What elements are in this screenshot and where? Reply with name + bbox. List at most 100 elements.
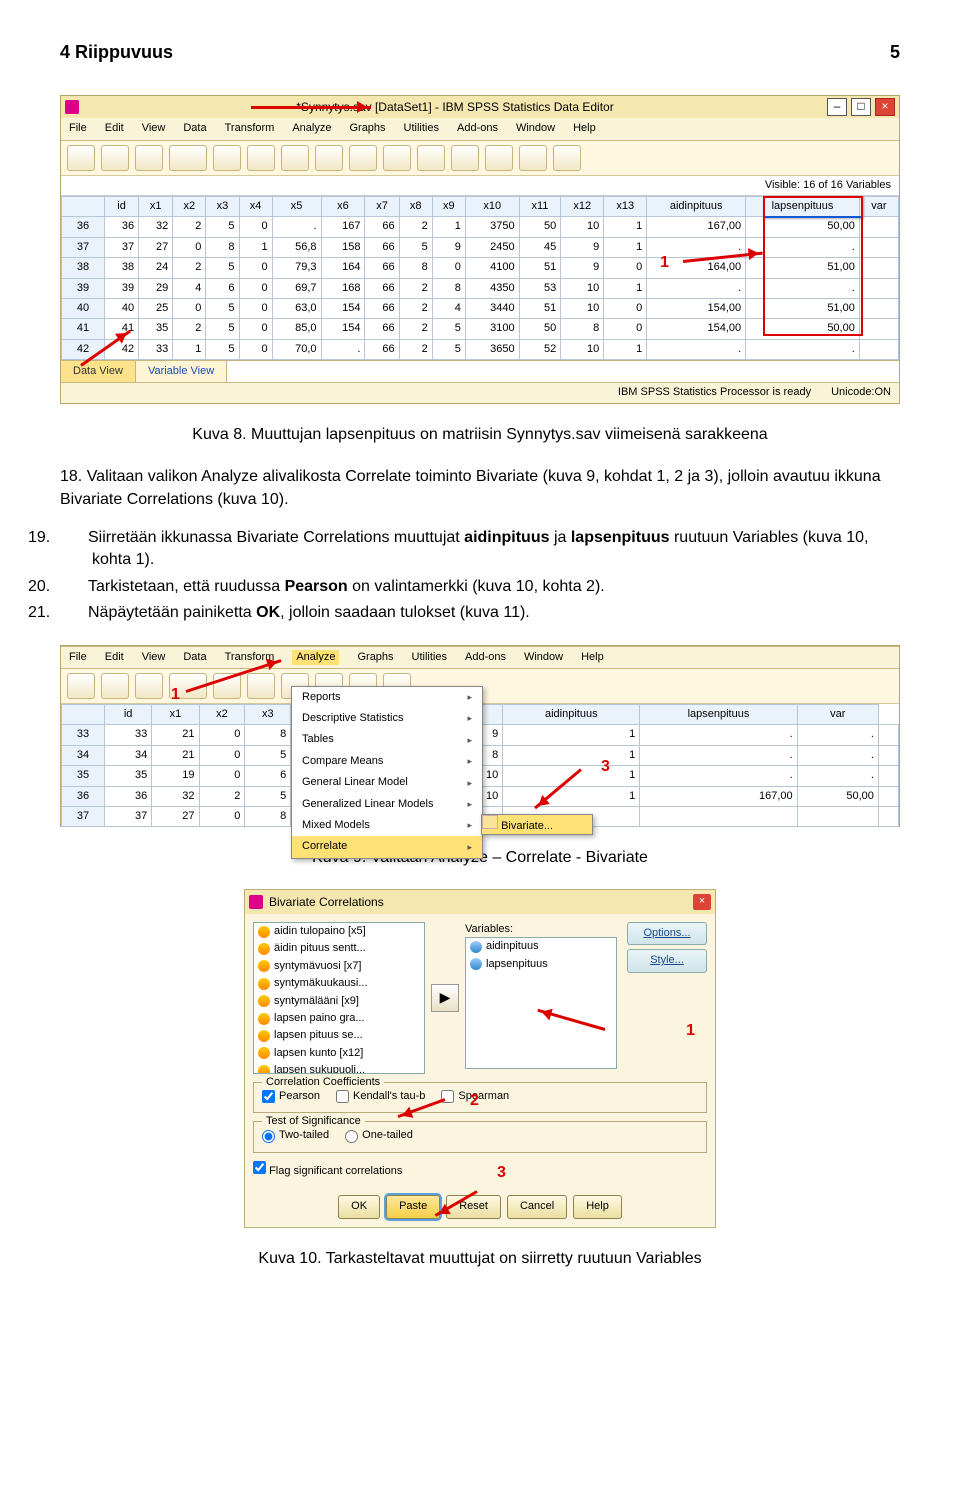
- menu-utilities[interactable]: Utilities: [404, 121, 439, 136]
- menu-item[interactable]: Descriptive Statistics▸: [292, 708, 482, 729]
- toolbar-button[interactable]: [553, 145, 581, 171]
- style-button[interactable]: Style...: [627, 949, 707, 972]
- source-variable-list[interactable]: aidin tulopaino [x5]äidin pituus sentt..…: [253, 922, 425, 1074]
- menu-bar[interactable]: File Edit View Data Transform Analyze Gr…: [61, 118, 899, 140]
- cancel-button[interactable]: Cancel: [507, 1195, 567, 1218]
- status-processor: IBM SPSS Statistics Processor is ready: [618, 385, 811, 400]
- dialog-icon: [249, 895, 263, 909]
- menu-item[interactable]: Mixed Models▸: [292, 815, 482, 836]
- toolbar: [61, 141, 899, 176]
- annotation-1: 1: [686, 1020, 695, 1042]
- maximize-button[interactable]: □: [851, 98, 871, 116]
- move-right-button[interactable]: ▶: [431, 984, 459, 1012]
- ok-button[interactable]: OK: [338, 1195, 380, 1218]
- toolbar-button[interactable]: [417, 145, 445, 171]
- menu-graphs[interactable]: Graphs: [349, 121, 385, 136]
- caption-kuva8: Kuva 8. Muuttujan lapsenpituus on matrii…: [60, 424, 900, 446]
- test-of-significance-group: Test of Significance Two-tailed One-tail…: [253, 1121, 707, 1152]
- paragraph-18: 18. Valitaan valikon Analyze alivalikost…: [60, 466, 900, 511]
- menu-analyze[interactable]: Analyze: [292, 650, 339, 665]
- correlation-coefficients-group: Correlation Coefficients Pearson Kendall…: [253, 1082, 707, 1113]
- toolbar-button[interactable]: [101, 673, 129, 699]
- toolbar-button[interactable]: [101, 145, 129, 171]
- toolbar-button[interactable]: [135, 673, 163, 699]
- caption-kuva10: Kuva 10. Tarkasteltavat muuttujat on sii…: [60, 1248, 900, 1270]
- window-title-bar: *Synnytys.sav [DataSet1] - IBM SPSS Stat…: [61, 96, 899, 118]
- dialog-title: Bivariate Correlations: [269, 894, 693, 911]
- one-tailed-radio[interactable]: One-tailed: [345, 1128, 413, 1143]
- menu-graphs[interactable]: Graphs: [357, 650, 393, 665]
- red-arrow-icon: [251, 106, 371, 109]
- toolbar-button[interactable]: [383, 145, 411, 171]
- toolbar-button[interactable]: [247, 145, 275, 171]
- variables-label: Variables:: [465, 922, 621, 937]
- menu-file[interactable]: File: [69, 121, 87, 136]
- menu-addons[interactable]: Add-ons: [457, 121, 498, 136]
- menu-item[interactable]: Compare Means▸: [292, 751, 482, 772]
- data-grid[interactable]: idx1x2x3x4x5x6x7x8x9x10x11x12x13aidinpit…: [61, 196, 899, 360]
- toolbar-button[interactable]: [485, 145, 513, 171]
- toolbar-button[interactable]: [169, 145, 207, 171]
- flag-significant-checkbox[interactable]: Flag significant correlations: [253, 1165, 402, 1177]
- menu-analyze[interactable]: Analyze: [292, 121, 331, 136]
- menu-view[interactable]: View: [142, 121, 166, 136]
- window-title: *Synnytys.sav [DataSet1] - IBM SPSS Stat…: [83, 99, 827, 116]
- close-button[interactable]: ×: [875, 98, 895, 116]
- toolbar-button[interactable]: [67, 145, 95, 171]
- menu-window[interactable]: Window: [516, 121, 555, 136]
- annotation-1: 1: [171, 684, 180, 706]
- app-icon: [65, 100, 79, 114]
- menu-edit[interactable]: Edit: [105, 121, 124, 136]
- toolbar-button[interactable]: [519, 145, 547, 171]
- tab-variable-view[interactable]: Variable View: [136, 361, 227, 382]
- figure-kuva9: File Edit View Data Transform Analyze Gr…: [60, 645, 900, 827]
- menu-view[interactable]: View: [142, 650, 166, 665]
- correlate-submenu[interactable]: Bivariate...: [481, 814, 593, 835]
- toolbar-button[interactable]: [135, 145, 163, 171]
- minimize-button[interactable]: –: [827, 98, 847, 116]
- menu-data[interactable]: Data: [183, 121, 206, 136]
- toolbar-button[interactable]: [67, 673, 95, 699]
- options-button[interactable]: Options...: [627, 922, 707, 945]
- toolbar-button[interactable]: [247, 673, 275, 699]
- toolbar-button[interactable]: [315, 145, 343, 171]
- tab-data-view[interactable]: Data View: [61, 361, 136, 382]
- menu-edit[interactable]: Edit: [105, 650, 124, 665]
- two-tailed-radio[interactable]: Two-tailed: [262, 1128, 329, 1143]
- annotation-3: 3: [601, 756, 610, 778]
- menu-addons[interactable]: Add-ons: [465, 650, 506, 665]
- menu-item[interactable]: General Linear Model▸: [292, 772, 482, 793]
- menu-data[interactable]: Data: [183, 650, 206, 665]
- dialog-close-button[interactable]: ×: [693, 894, 711, 910]
- list-item-20: 20.Tarkistetaan, että ruudussa Pearson o…: [60, 576, 900, 598]
- menu-help[interactable]: Help: [581, 650, 604, 665]
- status-unicode: Unicode:ON: [831, 385, 891, 400]
- toolbar-button[interactable]: [281, 145, 309, 171]
- menu-item[interactable]: Generalized Linear Models▸: [292, 794, 482, 815]
- menu-window[interactable]: Window: [524, 650, 563, 665]
- pearson-checkbox[interactable]: Pearson: [262, 1089, 320, 1104]
- toolbar-button[interactable]: [451, 145, 479, 171]
- analyze-dropdown[interactable]: Reports▸Descriptive Statistics▸Tables▸Co…: [291, 686, 483, 859]
- submenu-bivariate[interactable]: Bivariate...: [482, 815, 592, 834]
- menu-help[interactable]: Help: [573, 121, 596, 136]
- menu-transform[interactable]: Transform: [225, 121, 275, 136]
- menu-item[interactable]: Tables▸: [292, 729, 482, 750]
- page-title: 4 Riippuvuus: [60, 40, 173, 65]
- status-bar: IBM SPSS Statistics Processor is ready U…: [61, 382, 899, 402]
- toolbar-button[interactable]: [349, 145, 377, 171]
- menu-bar[interactable]: File Edit View Data Transform Analyze Gr…: [61, 646, 899, 669]
- figure-kuva8: *Synnytys.sav [DataSet1] - IBM SPSS Stat…: [60, 95, 900, 404]
- toolbar-button[interactable]: [213, 145, 241, 171]
- page-number: 5: [890, 40, 900, 65]
- reset-button[interactable]: Reset: [446, 1195, 501, 1218]
- list-item-19: 19.Siirretään ikkunassa Bivariate Correl…: [60, 527, 900, 572]
- variables-list[interactable]: aidinpituuslapsenpituus: [465, 937, 617, 1069]
- help-button[interactable]: Help: [573, 1195, 622, 1218]
- figure-kuva10: Bivariate Correlations × aidin tulopaino…: [60, 889, 900, 1228]
- menu-file[interactable]: File: [69, 650, 87, 665]
- menu-utilities[interactable]: Utilities: [412, 650, 447, 665]
- menu-item[interactable]: Correlate▸: [292, 836, 482, 857]
- kendall-checkbox[interactable]: Kendall's tau-b: [336, 1089, 425, 1104]
- menu-item[interactable]: Reports▸: [292, 687, 482, 708]
